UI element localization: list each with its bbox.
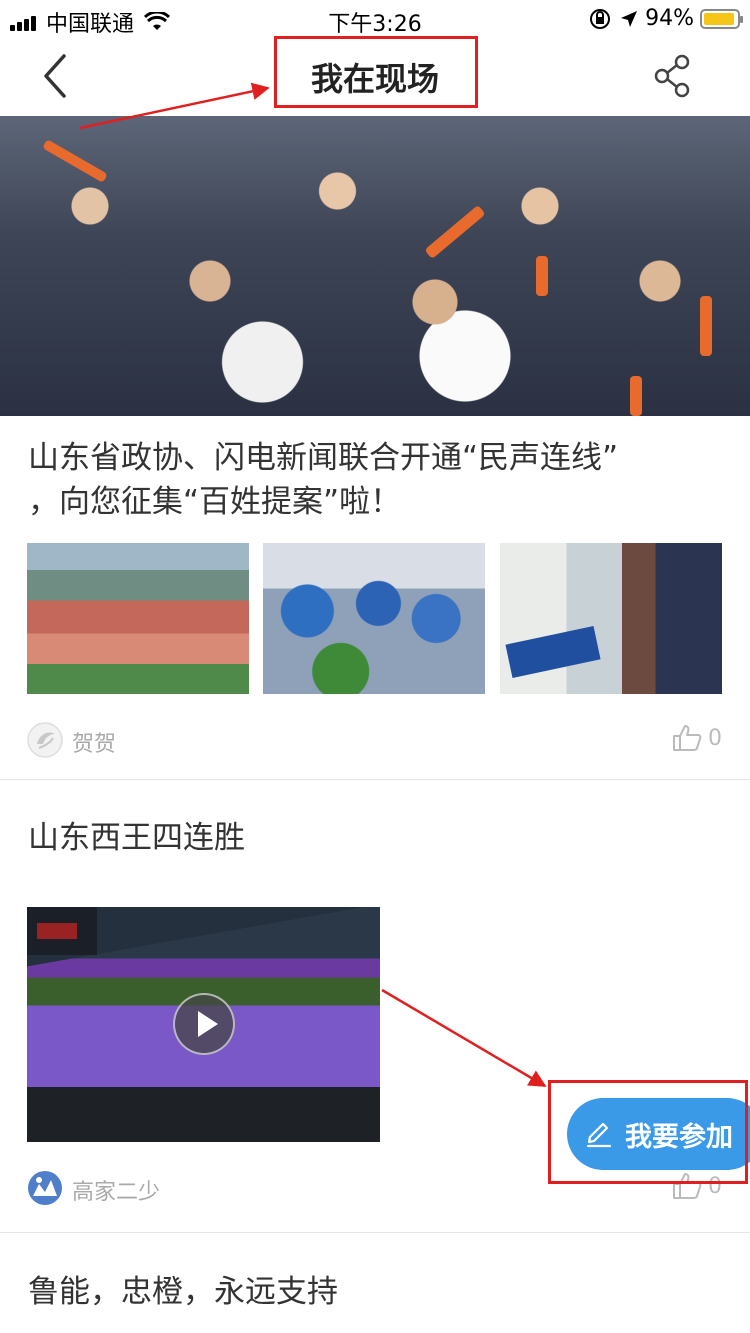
annotation-box-fab [548, 1080, 748, 1184]
author-name[interactable]: 高家二少 [72, 1174, 160, 1206]
like-button[interactable]: 0 [672, 724, 722, 752]
annotation-arrow [381, 988, 547, 1088]
video-thumbnail[interactable] [27, 907, 380, 1142]
share-icon[interactable] [652, 54, 694, 98]
thumbs-up-icon [673, 725, 702, 751]
post-title-line1: 山东省政协、闪电新闻联合开通“民声连线” [28, 440, 619, 476]
divider [0, 1232, 750, 1233]
divider [0, 779, 750, 780]
post-thumbnail-classroom[interactable] [263, 543, 485, 694]
annotation-box-title [274, 36, 478, 108]
avatar[interactable] [27, 722, 63, 758]
location-arrow-icon [621, 10, 638, 27]
post-title[interactable]: 山东西王四连胜 [28, 816, 728, 860]
nav-header: 我在现场 [0, 36, 750, 116]
post-title[interactable]: 山东省政协、闪电新闻联合开通“民声连线” ，向您征集“百姓提案”啦！ [28, 436, 728, 524]
battery-percent: 94% [645, 6, 694, 31]
orientation-lock-icon [590, 8, 611, 29]
post-title[interactable]: 鲁能，忠橙，永远支持 [28, 1270, 728, 1314]
status-bar: 中国联通 下午3:26 94% [0, 0, 750, 37]
author-name[interactable]: 贺贺 [72, 726, 116, 758]
status-right: 94% [589, 6, 743, 31]
post-thumbnail-office[interactable] [500, 543, 722, 694]
battery-icon [700, 8, 743, 29]
avatar[interactable] [27, 1170, 63, 1206]
like-count: 0 [708, 725, 722, 751]
post-meta: 贺贺 0 [0, 722, 750, 762]
post-thumbnail-buildings[interactable] [27, 543, 249, 694]
hero-crowd-image[interactable] [0, 116, 750, 416]
play-icon[interactable] [173, 993, 235, 1055]
post-title-line2: ，向您征集“百姓提案”啦！ [28, 484, 402, 520]
